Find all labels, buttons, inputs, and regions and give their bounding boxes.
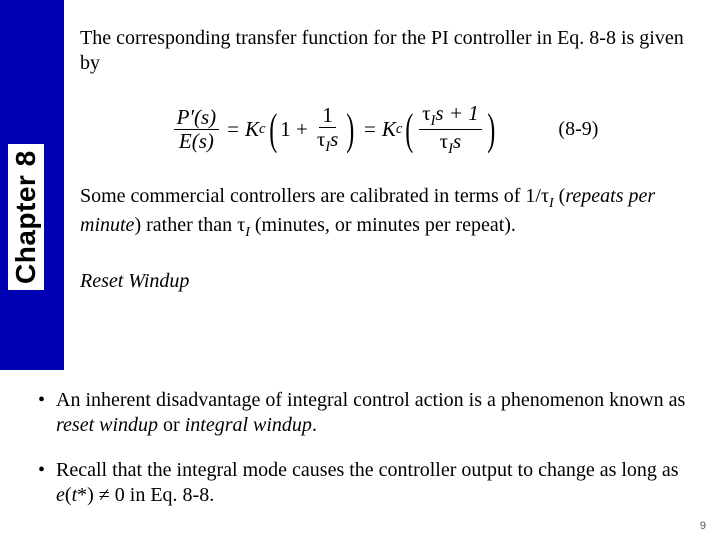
eq-equals-2: = (364, 117, 376, 142)
equation-block: P′(s) E(s) = Kc ( 1 + 1 τIs ) = Kc ( τIs… (80, 102, 690, 158)
eq-kc2: K (382, 117, 396, 142)
intro-text: The corresponding transfer function for … (80, 26, 690, 76)
chapter-label: Chapter 8 (8, 144, 44, 290)
eq-paren-r1: ) (347, 112, 355, 147)
eq-one-plus: 1 + (280, 117, 308, 142)
eq-equals-1: = (227, 117, 239, 142)
bullet-dot-icon: • (38, 388, 56, 438)
section-title-reset-windup: Reset Windup (80, 270, 690, 293)
main-content: The corresponding transfer function for … (80, 26, 690, 293)
eq-kc1-sub: c (259, 121, 266, 138)
equation-number: (8-9) (558, 118, 598, 141)
eq-lhs-num: P′(s) (174, 106, 220, 130)
eq-frac2-num: τIs + 1 (419, 102, 482, 130)
calibration-text: Some commercial controllers are calibrat… (80, 184, 690, 242)
eq-paren-r2: ) (487, 112, 495, 147)
bullet-dot-icon: • (38, 458, 56, 508)
eq-kc1: K (245, 117, 259, 142)
eq-frac2-den: τIs (437, 130, 465, 157)
equation-8-9: P′(s) E(s) = Kc ( 1 + 1 τIs ) = Kc ( τIs… (172, 102, 499, 158)
eq-frac1-den: τIs (314, 128, 342, 155)
bullet-text: Recall that the integral mode causes the… (56, 458, 690, 508)
eq-frac1-num: 1 (319, 104, 336, 128)
eq-paren-l1: ( (269, 112, 277, 147)
eq-paren-l2: ( (406, 112, 414, 147)
page-number: 9 (700, 520, 706, 532)
bullet-item: • Recall that the integral mode causes t… (38, 458, 690, 508)
bullet-item: • An inherent disadvantage of integral c… (38, 388, 690, 438)
bullet-list: • An inherent disadvantage of integral c… (38, 388, 690, 528)
eq-lhs-den: E(s) (176, 130, 217, 153)
eq-kc2-sub: c (396, 121, 403, 138)
bullet-text: An inherent disadvantage of integral con… (56, 388, 690, 438)
